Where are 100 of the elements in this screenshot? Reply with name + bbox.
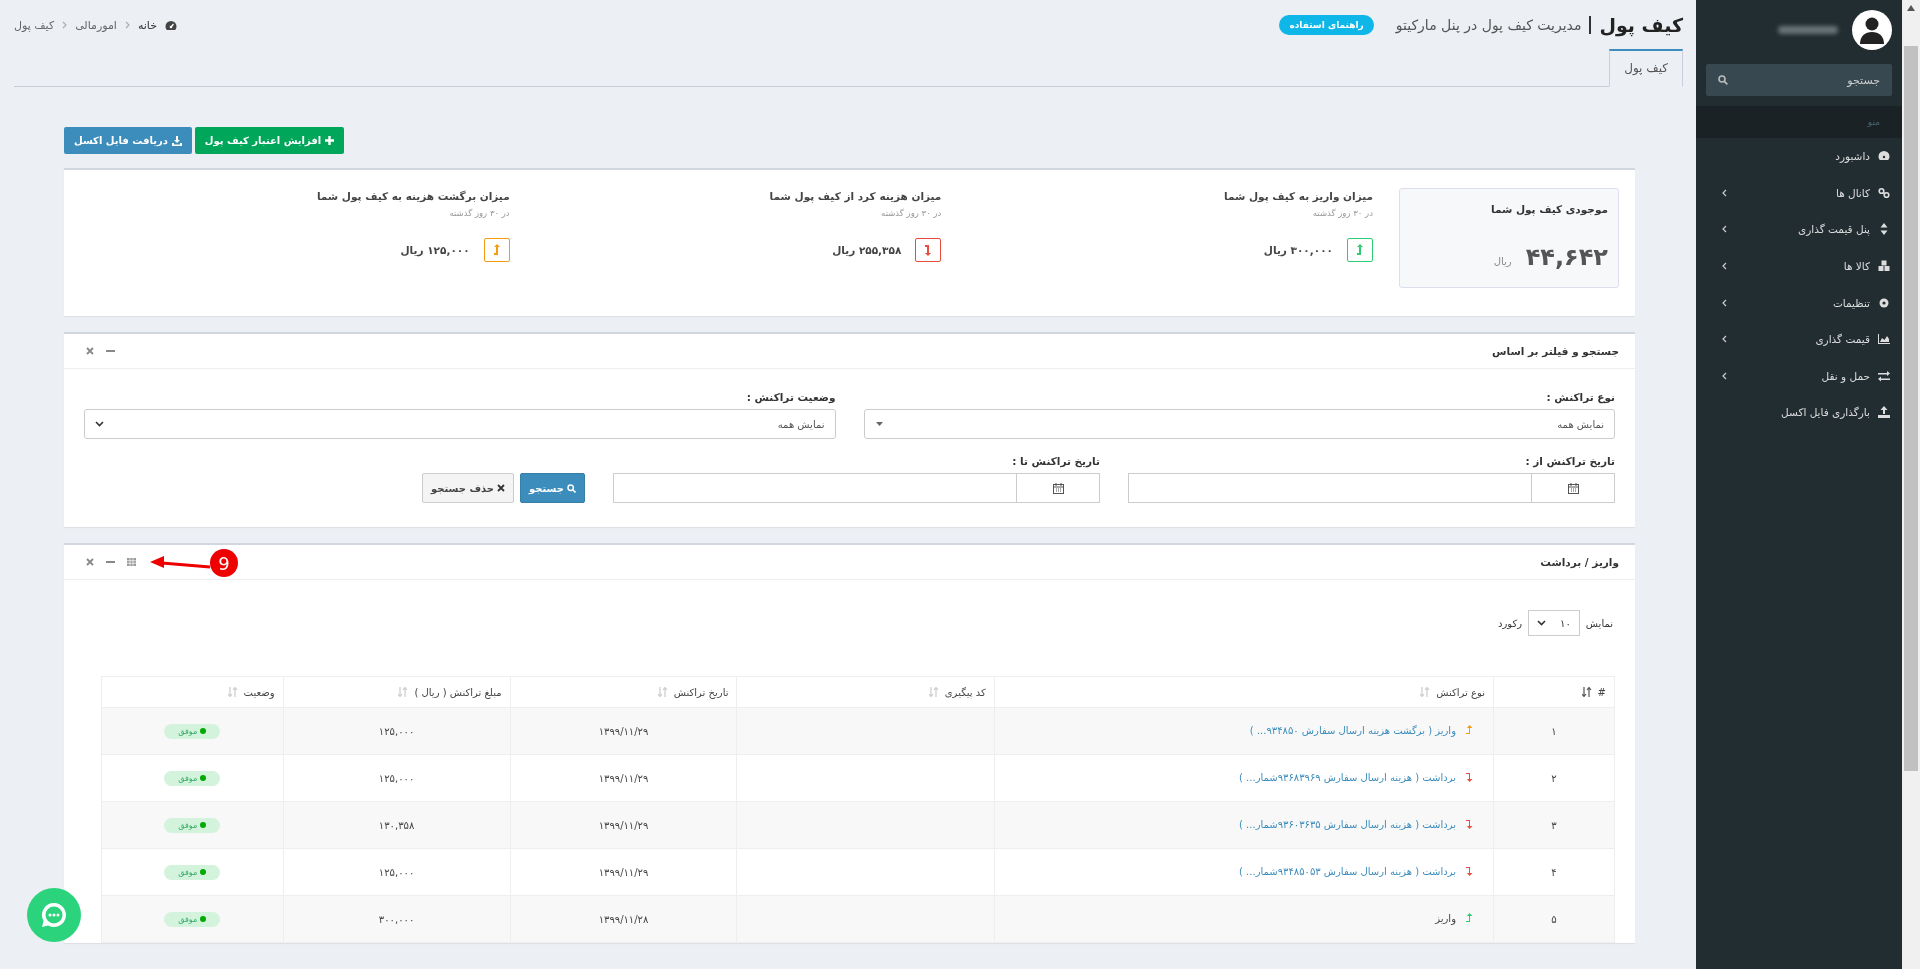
tab[interactable]: کیف پول [1609, 49, 1683, 87]
minimize-icon[interactable] [106, 560, 115, 564]
calendar-button[interactable] [1531, 473, 1615, 503]
stat-period: در ۳۰ روز گذشته [448, 208, 510, 218]
table-cell: ۱۳۰,۳۵۸ [283, 801, 511, 849]
scrollbar-thumb[interactable] [1904, 46, 1918, 771]
date-field[interactable] [613, 473, 1016, 503]
annotation-badge: 9 [210, 549, 238, 577]
sidebar-item[interactable]: قیمت گذاری [1696, 320, 1902, 358]
sidebar-item[interactable]: پنل قیمت گذاری [1696, 211, 1902, 248]
table-cell: ۵ [1493, 895, 1615, 943]
download-icon [171, 135, 182, 146]
close-icon [497, 484, 506, 492]
calendar-button[interactable] [1016, 473, 1100, 503]
clear-search-button[interactable]: حذف جستجو [422, 473, 515, 503]
table-icon[interactable] [127, 558, 136, 566]
status-badge: موفق [164, 817, 221, 833]
sidebar-item[interactable]: بارگذاری فایل اکسل [1696, 394, 1902, 431]
sort-icon [1420, 687, 1431, 697]
trend-icon [483, 238, 510, 262]
column-header[interactable]: تاریخ تراکنش [510, 676, 737, 708]
chevron-icon [62, 21, 68, 29]
close-icon[interactable] [86, 347, 94, 355]
column-header[interactable]: # [1493, 676, 1615, 708]
trend-icon [1465, 725, 1473, 736]
table-cell: ۱۳۹۹/۱۱/۲۸ [510, 895, 737, 943]
sidebar-search-field[interactable]: جستجو [1706, 64, 1892, 96]
breadcrumb-link[interactable]: کیف پول [14, 18, 55, 32]
chat-icon [39, 900, 69, 930]
caret-icon [95, 421, 104, 427]
calendar-icon [1052, 482, 1064, 494]
sidebar-item[interactable]: تنظیمات [1696, 284, 1902, 321]
sidebar-item[interactable]: کالا ها [1696, 247, 1902, 285]
sort-icon [1581, 687, 1592, 697]
balance-label: موجودی کیف پول شما [1489, 203, 1608, 215]
page-size-label: رکورد [1498, 617, 1523, 629]
trend-icon [1465, 913, 1473, 924]
stat-amount: ۱۲۵,۰۰۰ ریال [400, 244, 470, 256]
stat-amount: ۲۵۵,۳۵۸ ریال [832, 244, 902, 256]
sidebar-item[interactable]: داشبورد [1696, 138, 1902, 175]
breadcrumb-link[interactable]: خانه [137, 18, 158, 32]
table-cell: ۱۲۵,۰۰۰ [283, 707, 511, 755]
transaction-link[interactable]: برداشت ( هزینه ارسال سفارش ۹۳۶۰۳۶۳۵شمار... ) [1239, 818, 1456, 830]
avatar-icon[interactable] [1852, 10, 1892, 50]
breadcrumb-link[interactable]: امورمالی [75, 18, 117, 32]
table-cell: ۱۲۵,۰۰۰ [283, 754, 511, 802]
table-cell: ۱ [1493, 707, 1615, 755]
stat-title: میزان واریز به کیف پول شما [1223, 190, 1373, 202]
chat-button[interactable] [27, 888, 81, 942]
select-field[interactable]: نمایش همه [863, 409, 1615, 439]
stat-title: میزان برگشت هزینه به کیف پول شما [315, 190, 510, 202]
trend-icon [1347, 238, 1373, 262]
column-header[interactable]: کد پیگیری [736, 676, 995, 708]
blurred-name [1778, 26, 1838, 34]
cubes-icon [1878, 260, 1890, 273]
transaction-link[interactable]: واریز ( برگشت هزینه ارسال سفارش ۹۳۴۸۵۰... ) [1249, 724, 1456, 736]
gear-icon [1878, 296, 1890, 309]
table-cell: ۱۳۹۹/۱۱/۲۹ [510, 754, 737, 802]
sort-icon [657, 687, 668, 697]
page-size-select[interactable]: ۱۰ [1528, 610, 1580, 636]
sidebar-item[interactable]: کانال ها [1696, 174, 1902, 212]
field-label: تاریخ تراکنش تا : [1011, 455, 1100, 467]
annotation-arrow [150, 556, 210, 570]
status-badge: موفق [164, 864, 221, 880]
transaction-link[interactable]: برداشت ( هزینه ارسال سفارش ۹۳۴۸۵۰۵۳شمار... ) [1239, 865, 1456, 877]
sort-icon [398, 687, 409, 697]
chevron-icon [124, 21, 130, 29]
scroll-up-icon[interactable] [1907, 5, 1915, 11]
trend-icon [1465, 866, 1473, 877]
close-icon[interactable] [86, 558, 94, 566]
balance-amount: ۴۴,۶۴۲ [1525, 243, 1608, 271]
panel-title: واریز / برداشت [1540, 556, 1619, 568]
table-cell: ۳ [1493, 801, 1615, 849]
select-field[interactable]: نمایش همه [84, 409, 836, 439]
field-label: نوع تراکنش : [1545, 391, 1615, 403]
balance-unit: ریال [1493, 256, 1512, 267]
sidebar-item[interactable]: حمل و نقل [1696, 357, 1902, 395]
table-cell: ۱۳۹۹/۱۱/۲۹ [510, 801, 737, 849]
table-cell: ۲ [1493, 754, 1615, 802]
plus-icon [325, 136, 335, 145]
date-field[interactable] [1128, 473, 1531, 503]
table-cell: ۱۲۵,۰۰۰ [283, 848, 511, 896]
stat-period: در ۳۰ روز گذشته [1311, 208, 1373, 218]
trend-icon [915, 238, 942, 262]
page-size-label: نمایش [1585, 617, 1613, 629]
search-button[interactable]: جستجو [520, 473, 585, 503]
page-subtitle: مدیریت کیف پول در پنل مارکیتو [1395, 17, 1582, 33]
table-cell: ۱۳۹۹/۱۱/۲۹ [510, 707, 737, 755]
download-excel-button[interactable]: دریافت فایل اکسل [64, 127, 192, 154]
panel-title: جستجو و فیلتر بر اساس [1492, 345, 1619, 357]
column-header[interactable]: مبلغ تراکنش ( ریال ) [283, 676, 511, 708]
minimize-icon[interactable] [106, 349, 115, 353]
transaction-link[interactable]: برداشت ( هزینه ارسال سفارش ۹۳۶۸۳۹۶۹شمار... ) [1239, 771, 1456, 783]
search-icon [567, 483, 576, 493]
column-header[interactable]: نوع تراکنش [994, 676, 1494, 708]
sort-icon [1878, 223, 1890, 236]
table-cell: ۳۰۰,۰۰۰ [283, 895, 511, 943]
table-cell: ۱۳۹۹/۱۱/۲۹ [510, 848, 737, 896]
dashboard-icon [165, 19, 178, 31]
column-header[interactable]: وضعیت [101, 676, 284, 708]
